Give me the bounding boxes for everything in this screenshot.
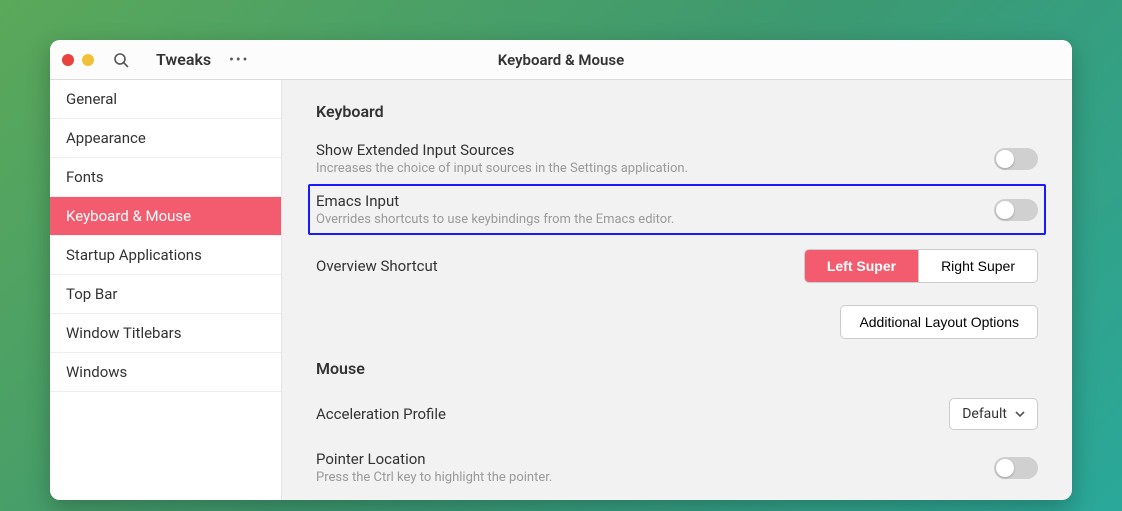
accel-profile-dropdown[interactable]: Default [949, 398, 1038, 430]
setting-title: Acceleration Profile [316, 405, 446, 423]
overview-left-super-button[interactable]: Left Super [805, 250, 918, 282]
content-panel: Keyboard Show Extended Input Sources Inc… [282, 80, 1072, 500]
setting-desc: Overrides shortcuts to use keybindings f… [316, 212, 982, 227]
page-title: Keyboard & Mouse [498, 51, 624, 69]
sidebar-item-keyboard-mouse[interactable]: Keyboard & Mouse [50, 197, 281, 236]
additional-layout-row: Additional Layout Options [316, 305, 1038, 339]
search-button[interactable] [110, 49, 132, 71]
setting-title: Pointer Location [316, 450, 982, 468]
search-icon [113, 52, 129, 68]
sidebar-item-general[interactable]: General [50, 80, 281, 119]
emacs-input-toggle[interactable] [994, 199, 1038, 221]
sidebar-item-fonts[interactable]: Fonts [50, 158, 281, 197]
setting-desc: Increases the choice of input sources in… [316, 161, 982, 176]
extended-sources-toggle[interactable] [994, 148, 1038, 170]
sidebar-item-appearance[interactable]: Appearance [50, 119, 281, 158]
setting-pointer-location: Pointer Location Press the Ctrl key to h… [316, 444, 1038, 499]
sidebar-item-titlebars[interactable]: Window Titlebars [50, 314, 281, 353]
setting-desc: Press the Ctrl key to highlight the poin… [316, 470, 982, 485]
window-controls [50, 54, 94, 66]
overview-right-super-button[interactable]: Right Super [918, 250, 1037, 282]
section-keyboard-title: Keyboard [316, 102, 1038, 121]
setting-accel-profile: Acceleration Profile Default [316, 392, 1038, 444]
setting-title: Show Extended Input Sources [316, 141, 982, 159]
close-icon[interactable] [62, 54, 74, 66]
setting-title: Overview Shortcut [316, 257, 438, 275]
minimize-icon[interactable] [82, 54, 94, 66]
section-mouse-title: Mouse [316, 359, 1038, 378]
sidebar: General Appearance Fonts Keyboard & Mous… [50, 80, 282, 500]
app-menu-button[interactable]: ••• [229, 52, 249, 68]
dropdown-value: Default [962, 406, 1007, 422]
setting-extended-input-sources: Show Extended Input Sources Increases th… [316, 135, 1038, 190]
sidebar-item-topbar[interactable]: Top Bar [50, 275, 281, 314]
chevron-down-icon [1015, 409, 1025, 419]
emacs-input-highlight: Emacs Input Overrides shortcuts to use k… [308, 184, 1046, 235]
overview-shortcut-segmented: Left Super Right Super [804, 249, 1038, 283]
app-title: Tweaks [156, 50, 211, 69]
pointer-location-toggle[interactable] [994, 457, 1038, 479]
titlebar: Tweaks ••• Keyboard & Mouse [50, 40, 1072, 80]
additional-layout-options-button[interactable]: Additional Layout Options [840, 305, 1038, 339]
setting-emacs-input: Emacs Input Overrides shortcuts to use k… [316, 190, 1038, 227]
tweaks-window: Tweaks ••• Keyboard & Mouse General Appe… [50, 40, 1072, 500]
sidebar-item-windows[interactable]: Windows [50, 353, 281, 392]
sidebar-item-startup[interactable]: Startup Applications [50, 236, 281, 275]
setting-title: Emacs Input [316, 192, 982, 210]
setting-overview-shortcut: Overview Shortcut Left Super Right Super [316, 243, 1038, 297]
